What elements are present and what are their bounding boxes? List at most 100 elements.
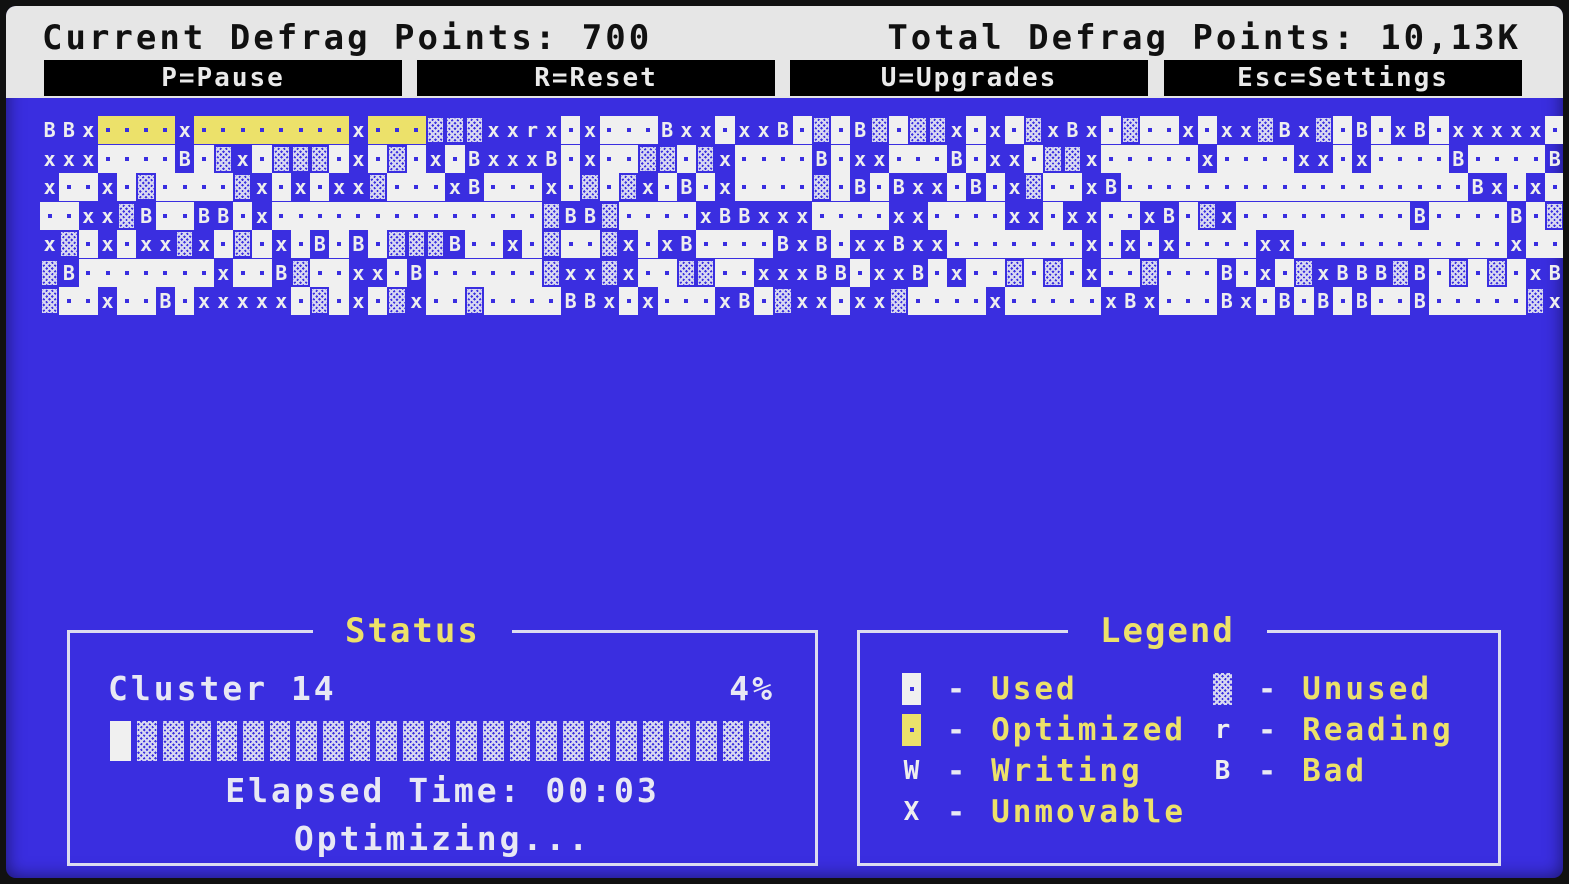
cluster-cell: x bbox=[1008, 203, 1021, 228]
cluster-cell bbox=[927, 201, 947, 230]
cluster-cell bbox=[792, 116, 812, 144]
cluster-cell: B bbox=[1510, 203, 1523, 228]
cluster-cell bbox=[946, 287, 967, 315]
cluster-cell bbox=[1217, 230, 1237, 258]
cluster-cell: x bbox=[583, 260, 596, 285]
legend-label: Optimized bbox=[991, 712, 1187, 748]
cluster-cell: B bbox=[410, 260, 423, 285]
cluster-cell: B bbox=[680, 232, 693, 256]
cluster-row: BxBxxBxxxxxxBBxxBxxBxxBBBBxB bbox=[40, 258, 1561, 288]
progress-segment bbox=[403, 721, 424, 761]
cluster-cell bbox=[831, 201, 851, 230]
cluster-cell: x bbox=[622, 232, 635, 256]
cluster-cell bbox=[1429, 144, 1449, 173]
cluster-cell bbox=[696, 230, 716, 258]
cluster-cell: x bbox=[911, 175, 925, 199]
cluster-cell: x bbox=[1085, 146, 1098, 171]
cluster-cell bbox=[1410, 230, 1430, 258]
cluster-cell bbox=[175, 173, 195, 201]
cluster-cell: B bbox=[892, 175, 905, 199]
cluster-cell bbox=[1313, 173, 1333, 201]
cluster-cell: B bbox=[178, 146, 191, 171]
cluster-cell bbox=[1525, 230, 1546, 258]
cluster-cell bbox=[869, 173, 890, 201]
cluster-cell bbox=[387, 287, 407, 315]
cluster-cell bbox=[1332, 173, 1353, 201]
settings-button[interactable]: Esc=Settings bbox=[1164, 60, 1522, 96]
cluster-cell: B bbox=[1548, 146, 1561, 171]
cluster-cell bbox=[657, 258, 677, 287]
cluster-cell bbox=[1062, 173, 1083, 201]
cluster-cell bbox=[1197, 230, 1218, 258]
cluster-cell: x bbox=[854, 289, 867, 313]
cluster-cell bbox=[1062, 230, 1083, 258]
cluster-cell: B bbox=[776, 232, 789, 256]
cluster-cell: x bbox=[140, 232, 153, 256]
cluster-cell: B bbox=[43, 118, 56, 142]
cluster-cell bbox=[78, 258, 98, 287]
cluster-cell bbox=[329, 201, 349, 230]
cluster-cell: x bbox=[1066, 203, 1079, 228]
cluster-cell bbox=[1467, 258, 1488, 287]
cluster-cell: x bbox=[506, 232, 519, 256]
cluster-cell bbox=[753, 144, 774, 173]
cluster-cell bbox=[696, 258, 716, 287]
cluster-cell: x bbox=[1259, 260, 1272, 285]
cluster-cell bbox=[1004, 230, 1025, 258]
cluster-cell bbox=[561, 230, 581, 258]
cluster-cell bbox=[561, 173, 581, 201]
cluster-cell bbox=[406, 116, 426, 144]
cluster-cell bbox=[1101, 116, 1121, 144]
cluster-cell bbox=[1101, 230, 1121, 258]
cluster-cell bbox=[1120, 201, 1140, 230]
legend-label: Unused bbox=[1302, 671, 1433, 707]
writing-block-icon: W bbox=[903, 756, 920, 786]
cluster-cell: B bbox=[911, 260, 925, 285]
cluster-cell: x bbox=[719, 289, 732, 313]
cluster-cell bbox=[1525, 287, 1546, 315]
cluster-cell: x bbox=[583, 146, 596, 171]
cluster-cell bbox=[753, 287, 774, 315]
cluster-cell bbox=[715, 116, 735, 144]
cluster-cell bbox=[1390, 230, 1411, 258]
cluster-cell bbox=[445, 201, 465, 230]
cluster-cell: B bbox=[1220, 289, 1233, 313]
cluster-cell bbox=[232, 230, 253, 258]
cluster-cell: x bbox=[796, 260, 809, 285]
cluster-cell bbox=[850, 258, 870, 287]
cluster-cell: x bbox=[815, 289, 828, 313]
progress-bar bbox=[110, 721, 776, 761]
upgrades-button[interactable]: U=Upgrades bbox=[790, 60, 1148, 96]
cluster-cell bbox=[657, 201, 677, 230]
cluster-row: xxBBBxBBxBBxxxxxxxxxxBxBBB bbox=[40, 201, 1563, 231]
progress-segment bbox=[216, 721, 238, 761]
cluster-cell bbox=[638, 230, 658, 258]
cluster-cell bbox=[811, 201, 832, 230]
cluster-cell bbox=[136, 258, 156, 287]
cluster-cell bbox=[618, 144, 639, 173]
pause-button[interactable]: P=Pause bbox=[44, 60, 402, 96]
progress-segment bbox=[482, 721, 504, 761]
cluster-cell bbox=[445, 116, 465, 144]
reset-button[interactable]: R=Reset bbox=[417, 60, 775, 96]
cluster-cell: x bbox=[487, 146, 500, 171]
cluster-cell: x bbox=[1104, 289, 1117, 313]
cluster-cell: B bbox=[564, 203, 577, 228]
cluster-cell bbox=[1371, 173, 1391, 201]
cluster-cell bbox=[696, 144, 716, 173]
cluster-cell bbox=[155, 173, 176, 201]
cluster-cell bbox=[599, 144, 619, 173]
cluster-cell bbox=[1294, 287, 1314, 315]
cluster-cell bbox=[1043, 201, 1063, 230]
cluster-cell: B bbox=[1355, 289, 1368, 313]
status-message: Optimizing... bbox=[293, 819, 592, 858]
cluster-cell: x bbox=[255, 203, 268, 228]
cluster-cell: B bbox=[1220, 260, 1233, 285]
cluster-cell bbox=[1371, 116, 1391, 144]
cluster-cell bbox=[1352, 230, 1372, 258]
cluster-cell bbox=[1255, 287, 1275, 315]
cluster-cell bbox=[1448, 173, 1468, 201]
cluster-cell bbox=[1004, 287, 1025, 315]
bad-block-icon: B bbox=[1214, 756, 1231, 786]
cluster-cell: x bbox=[275, 289, 288, 313]
